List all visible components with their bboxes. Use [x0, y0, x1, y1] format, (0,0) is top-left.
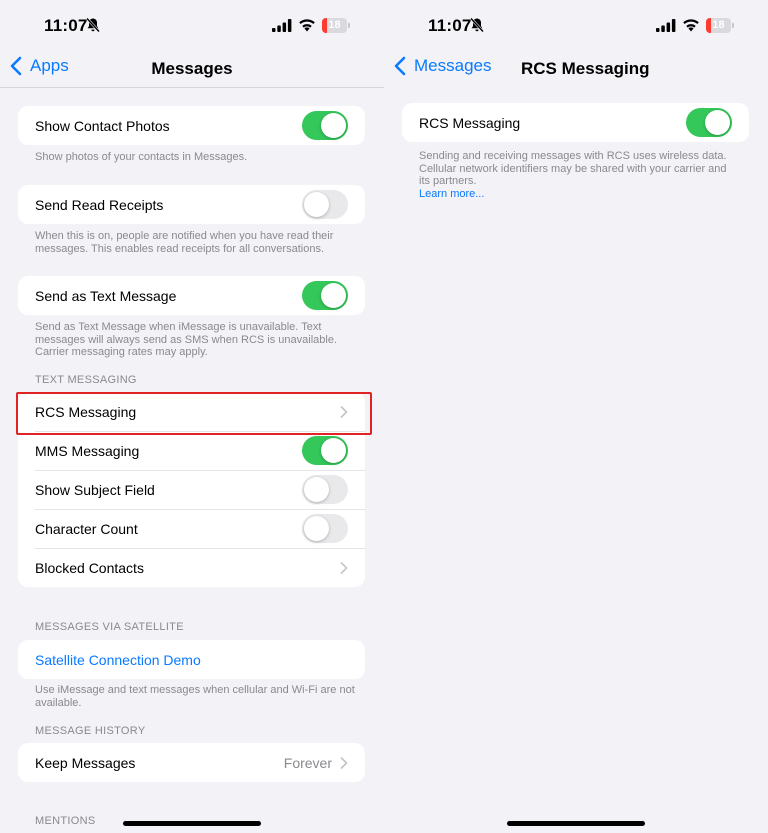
home-indicator	[507, 821, 645, 826]
mms-messaging-row: MMS Messaging	[18, 431, 365, 470]
send-as-text-group: Send as Text Message	[18, 276, 365, 315]
send-read-receipts-toggle[interactable]	[302, 190, 348, 219]
navigation-bar: Apps Messages	[0, 50, 384, 88]
rcs-toggle-group: RCS Messaging	[402, 103, 749, 142]
status-bar: 11:07 18	[0, 0, 384, 50]
keep-messages-value: Forever	[283, 754, 332, 771]
rcs-footer-text: Sending and receiving messages with RCS …	[419, 150, 727, 187]
show-subject-field-row: Show Subject Field	[18, 470, 365, 509]
navigation-bar: Messages RCS Messaging	[384, 50, 768, 88]
rcs-messaging-toggle[interactable]	[686, 108, 732, 137]
learn-more-link[interactable]: Learn more...	[419, 188, 739, 201]
chevron-right-icon	[340, 561, 348, 574]
keep-messages-row[interactable]: Keep Messages Forever	[18, 743, 365, 782]
chevron-right-icon	[340, 405, 348, 418]
show-contact-photos-row: Show Contact Photos	[18, 106, 365, 145]
battery-level: 18	[712, 19, 725, 31]
show-contact-photos-toggle[interactable]	[302, 111, 348, 140]
contact-photos-footer: Show photos of your contacts in Messages…	[35, 151, 248, 163]
send-as-text-row: Send as Text Message	[18, 276, 365, 315]
row-label: Keep Messages	[35, 754, 136, 771]
cellular-signal-icon	[656, 19, 676, 32]
blocked-contacts-row[interactable]: Blocked Contacts	[18, 548, 365, 587]
show-subject-field-toggle[interactable]	[302, 475, 348, 504]
section-header-text-messaging: TEXT MESSAGING	[35, 374, 137, 386]
cellular-signal-icon	[272, 19, 292, 32]
silent-bell-icon	[470, 17, 484, 33]
character-count-row: Character Count	[18, 509, 365, 548]
back-button[interactable]: Messages	[394, 56, 491, 76]
wifi-icon	[683, 19, 699, 32]
messages-settings-screen: 11:07 18 Apps Messages Show Contact Phot…	[0, 0, 384, 833]
message-history-group: Keep Messages Forever	[18, 743, 365, 782]
read-receipts-group: Send Read Receipts	[18, 185, 365, 224]
page-title: RCS Messaging	[521, 59, 650, 78]
section-header-satellite: MESSAGES VIA SATELLITE	[35, 621, 184, 633]
chevron-left-icon	[394, 56, 406, 76]
row-label: RCS Messaging	[35, 403, 137, 420]
wifi-icon	[299, 19, 315, 32]
rcs-messaging-row: RCS Messaging	[402, 103, 749, 142]
text-messaging-group: RCS Messaging MMS Messaging Show Subject…	[18, 392, 365, 587]
rcs-footer: Sending and receiving messages with RCS …	[419, 150, 739, 200]
battery-indicator: 18	[322, 18, 350, 33]
row-label: Blocked Contacts	[35, 559, 144, 576]
mms-messaging-toggle[interactable]	[302, 436, 348, 465]
back-button-label: Messages	[414, 56, 492, 75]
section-header-message-history: MESSAGE HISTORY	[35, 725, 146, 737]
read-receipts-footer: When this is on, people are notified whe…	[35, 230, 334, 255]
home-indicator	[123, 821, 261, 826]
satellite-connection-demo-row[interactable]: Satellite Connection Demo	[18, 640, 365, 679]
status-time: 11:07	[44, 16, 88, 35]
rcs-messaging-row[interactable]: RCS Messaging	[18, 392, 365, 431]
contact-photos-group: Show Contact Photos	[18, 106, 365, 145]
chevron-right-icon	[340, 756, 348, 769]
section-header-mentions: MENTIONS	[35, 815, 96, 827]
send-as-text-footer: Send as Text Message when iMessage is un…	[35, 321, 338, 358]
send-read-receipts-row: Send Read Receipts	[18, 185, 365, 224]
send-as-text-toggle[interactable]	[302, 281, 348, 310]
page-title: Messages	[151, 59, 233, 78]
battery-indicator: 18	[706, 18, 734, 33]
satellite-connection-demo-link: Satellite Connection Demo	[35, 651, 201, 668]
character-count-toggle[interactable]	[302, 514, 348, 543]
status-time: 11:07	[428, 16, 472, 35]
satellite-group: Satellite Connection Demo	[18, 640, 365, 679]
satellite-footer: Use iMessage and text messages when cell…	[35, 684, 355, 709]
silent-bell-icon	[86, 17, 100, 33]
battery-level: 18	[328, 19, 341, 31]
status-bar: 11:07 18	[384, 0, 768, 50]
